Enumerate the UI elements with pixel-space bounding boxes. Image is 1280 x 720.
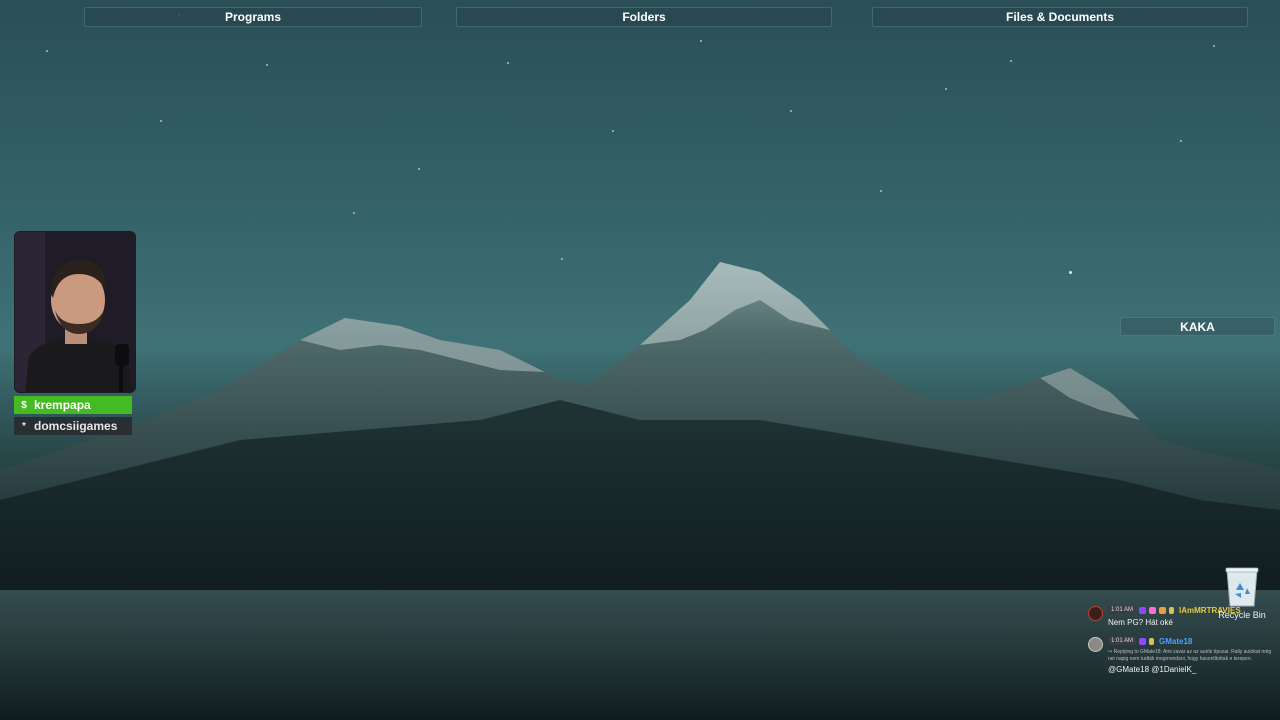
fence-programs-label: Programs [224, 10, 282, 24]
subscriber-badge-icon [1139, 606, 1147, 614]
chat-username: IAmMRTRAVIES [1179, 605, 1241, 615]
co-streamer-tag: * domcsiigames [14, 417, 132, 435]
runner-badge-icon [1149, 637, 1155, 645]
star-icon: * [22, 420, 26, 432]
fence-files-documents[interactable]: Files & Documents [872, 7, 1248, 27]
dollar-icon: $ [21, 399, 27, 411]
fence-folders-label: Folders [622, 10, 666, 24]
gift-badge-icon [1149, 606, 1157, 614]
fence-kaka[interactable]: KAKA [1120, 317, 1275, 336]
desktop: Programs Folders Files & Documents KAKA [0, 0, 1280, 720]
runner-badge-icon [1169, 606, 1175, 614]
fence-programs[interactable]: Programs [84, 7, 422, 27]
message-time: 1:01 AM [1108, 637, 1137, 645]
recycle-bin-icon [1225, 567, 1259, 607]
bits-badge-icon [1159, 606, 1167, 614]
streamer-silhouette [15, 232, 135, 392]
fence-folders[interactable]: Folders [456, 7, 832, 27]
chat-reply-context: ↪ Replying to GMate18: Ami zavar az az a… [1108, 649, 1272, 662]
main-streamer-tag: $ krempapa [14, 396, 132, 414]
webcam-feed [14, 231, 136, 393]
avatar [1088, 606, 1103, 621]
message-time: 1:01 AM [1108, 606, 1137, 614]
fence-files-label: Files & Documents [1005, 10, 1115, 24]
main-streamer-name: krempapa [34, 398, 91, 412]
subscriber-badge-icon [1139, 637, 1147, 645]
fence-kaka-label: KAKA [1180, 319, 1215, 334]
chat-message: 1:01 AM IAmMRTRAVIES Nem PG? Hát oké [1086, 604, 1272, 627]
avatar [1088, 637, 1103, 652]
co-streamer-name: domcsiigames [34, 419, 118, 433]
chat-username: GMate18 [1159, 636, 1193, 646]
chat-message: 1:01 AM GMate18 ↪ Replying to GMate18: A… [1086, 635, 1272, 674]
chat-overlay: 1:01 AM IAmMRTRAVIES Nem PG? Hát oké 1:0… [1086, 604, 1272, 682]
chat-message-text: Nem PG? Hát oké [1108, 618, 1173, 627]
chat-message-text: @GMate18 @1DanielK_ [1108, 665, 1197, 674]
